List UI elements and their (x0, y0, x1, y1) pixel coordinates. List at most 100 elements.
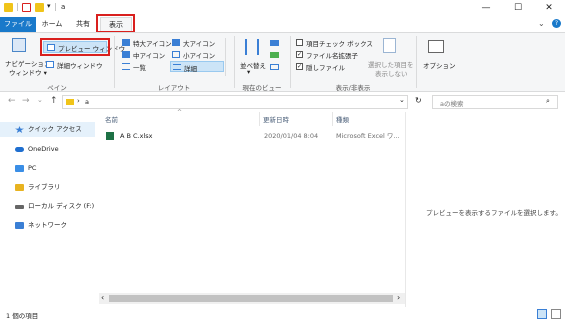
size-columns-icon[interactable] (270, 64, 279, 70)
file-extensions-label[interactable]: ファイル名拡張子 (306, 50, 358, 60)
column-divider[interactable] (332, 112, 333, 126)
details-view-option[interactable]: 詳細 (170, 61, 224, 73)
add-columns-icon[interactable] (270, 52, 279, 58)
file-list: ^ 名前 更新日時 種類 A B C.xlsx 2020/01/04 8:04 … (99, 109, 405, 307)
sidebar-item-label: PC (28, 164, 37, 172)
search-icon[interactable]: ⌕ (546, 97, 550, 106)
file-type: Microsoft Excel ワ... (336, 132, 400, 140)
star-icon (15, 126, 24, 133)
breadcrumb[interactable]: a (85, 98, 89, 106)
sidebar-item-label: ライブラリ (28, 183, 61, 191)
titlebar-separator: | (16, 2, 19, 11)
address-dropdown-icon[interactable]: ⌄ (399, 96, 405, 104)
options-label[interactable]: オプション (423, 60, 456, 70)
scroll-right-icon[interactable]: › (397, 293, 400, 303)
large-icons-toggle-icon[interactable] (551, 309, 561, 319)
details-pane-label[interactable]: 詳細ウィンドウ (57, 60, 103, 70)
item-check-boxes-label[interactable]: 項目チェック ボックス (306, 38, 373, 48)
search-box[interactable]: aの検索 ⌕ (432, 95, 558, 109)
tab-home[interactable]: ホーム (36, 17, 68, 32)
hide-selected-icon[interactable] (383, 38, 396, 53)
tab-file[interactable]: ファイル (0, 17, 36, 32)
window-title: a (61, 3, 66, 11)
preview-pane-highlight (40, 38, 110, 56)
status-bar: 1 個の項目 (0, 307, 565, 322)
refresh-icon[interactable]: ↻ (415, 96, 422, 105)
scrollbar-thumb[interactable] (109, 295, 393, 302)
properties-icon[interactable] (22, 3, 31, 12)
sidebar-item-quick-access[interactable]: クイック アクセス (0, 122, 95, 137)
hide-selected-label-2[interactable]: 表示しない (375, 68, 408, 78)
navigation-pane: クイック アクセス OneDrive PC ライブラリ ローカル ディスク (F… (0, 112, 95, 307)
up-arrow-icon[interactable]: ↑ (50, 96, 58, 106)
file-extensions-checkbox[interactable]: ✓ (296, 51, 303, 58)
list-option[interactable]: 一覧 (133, 62, 146, 72)
folder-icon (4, 3, 13, 12)
column-header-type[interactable]: 種類 (336, 114, 349, 124)
address-row: ← → ⌄ ↑ › a ⌄ ↻ aの検索 ⌕ (0, 92, 565, 112)
details-label: 詳細 (184, 65, 197, 73)
details-pane-icon[interactable] (46, 61, 54, 68)
sidebar-item-pc[interactable]: PC (0, 161, 95, 176)
address-bar[interactable]: › a ⌄ (62, 95, 408, 109)
sidebar-item-label: ローカル ディスク (F:) (28, 202, 95, 210)
group-by-icon[interactable] (270, 40, 279, 46)
search-input[interactable]: aの検索 (440, 98, 463, 108)
column-header-date[interactable]: 更新日時 (263, 114, 289, 124)
sidebar-item-local-disk[interactable]: ローカル ディスク (F:) (0, 199, 95, 214)
folder-icon (66, 99, 74, 105)
hidden-items-label[interactable]: 隠しファイル (306, 62, 345, 72)
hidden-items-checkbox[interactable]: ✓ (296, 63, 303, 70)
options-icon[interactable] (428, 40, 444, 53)
pane-group-label: ペイン (47, 84, 67, 92)
navigation-pane-icon[interactable] (12, 38, 26, 52)
scroll-left-icon[interactable]: ‹ (101, 293, 104, 303)
back-arrow-icon[interactable]: ← (8, 96, 16, 106)
breadcrumb-chevron-icon[interactable]: › (77, 97, 80, 105)
layout-group-label: レイアウト (157, 84, 191, 92)
tab-share[interactable]: 共有 (68, 17, 98, 32)
quick-access-dropdown-icon[interactable]: ▾ (47, 2, 51, 10)
sort-by-dropdown-icon[interactable]: ▾ (247, 68, 250, 76)
sidebar-item-label: クイック アクセス (28, 125, 82, 133)
ribbon-divider (234, 36, 235, 88)
preview-pane: プレビューを表示するファイルを選択します。 (405, 112, 565, 307)
item-count: 1 個の項目 (6, 312, 39, 320)
column-header-name[interactable]: 名前 (105, 114, 118, 124)
sort-by-icon[interactable] (245, 39, 259, 55)
file-name: A B C.xlsx (120, 132, 153, 140)
details-view-toggle-icon[interactable] (537, 309, 547, 319)
help-icon[interactable]: ? (552, 19, 561, 28)
cloud-icon (15, 147, 24, 152)
sidebar-item-libraries[interactable]: ライブラリ (0, 180, 95, 195)
extra-large-icons-option[interactable]: 特大アイコン (133, 38, 172, 48)
forward-arrow-icon[interactable]: → (22, 96, 30, 106)
collapse-ribbon-icon[interactable]: ⌄ (538, 19, 545, 28)
medium-icons-option[interactable]: 中アイコン (133, 50, 165, 60)
table-row[interactable]: A B C.xlsx 2020/01/04 8:04 Microsoft Exc… (103, 130, 401, 142)
close-button[interactable]: ✕ (533, 0, 565, 17)
details-view-icon (173, 64, 181, 70)
column-divider[interactable] (259, 112, 260, 126)
preview-message: プレビューを表示するファイルを選択します。 (426, 209, 562, 217)
small-icons-option[interactable]: 小アイコン (183, 50, 215, 60)
sort-by-label[interactable]: 並べ替え (240, 60, 266, 70)
sidebar-item-network[interactable]: ネットワーク (0, 218, 95, 233)
large-icons-option[interactable]: 大アイコン (183, 38, 215, 48)
item-check-boxes-checkbox[interactable] (296, 39, 303, 46)
recent-locations-icon[interactable]: ⌄ (37, 96, 43, 104)
horizontal-scrollbar[interactable]: ‹ › (99, 293, 405, 304)
title-bar: | ▾ | a — ☐ ✕ (0, 0, 565, 17)
navigation-pane-label-2[interactable]: ウィンドウ ▾ (9, 67, 47, 77)
view-tab-highlight (96, 14, 135, 33)
maximize-button[interactable]: ☐ (502, 0, 534, 17)
drive-icon (15, 205, 24, 209)
new-folder-icon[interactable] (35, 3, 44, 12)
file-date: 2020/01/04 8:04 (264, 132, 319, 140)
extra-large-icons-icon (122, 39, 130, 46)
medium-icons-icon (122, 51, 130, 58)
minimize-button[interactable]: — (470, 0, 502, 17)
layout-scrollbar[interactable] (225, 38, 231, 76)
sidebar-item-label: OneDrive (28, 145, 59, 153)
sidebar-item-onedrive[interactable]: OneDrive (0, 142, 95, 157)
